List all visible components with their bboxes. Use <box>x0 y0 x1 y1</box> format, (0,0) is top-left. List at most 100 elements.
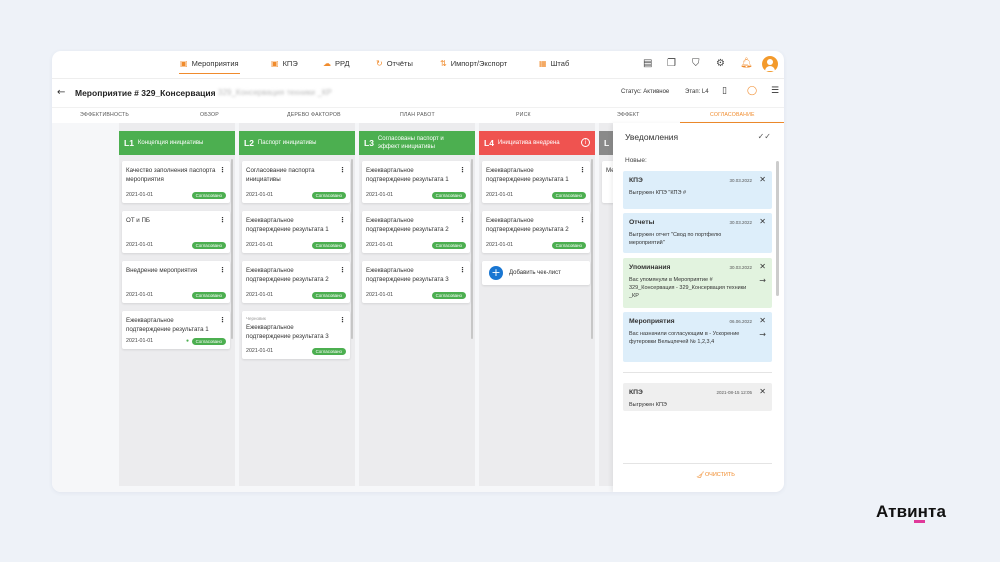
notification-date: 30.03.2022 <box>729 265 752 270</box>
notification-date: 2021-08-15 12:05 <box>716 390 752 395</box>
tab-risk[interactable]: Риск <box>516 112 531 118</box>
kebab-menu-icon[interactable]: ⋮ <box>339 216 346 224</box>
nav-label: РРД <box>335 59 350 68</box>
clear-button[interactable]: Очистить <box>705 472 735 478</box>
chat-icon[interactable]: ◯ <box>747 86 757 96</box>
checklist-card[interactable]: Согласование паспорта инициативы ⋮ 2021-… <box>242 161 350 203</box>
status-badge: Согласовано <box>191 242 226 249</box>
kebab-menu-icon[interactable]: ⋮ <box>579 166 586 174</box>
add-checklist-button[interactable]: + Добавить чек-лист <box>482 261 590 285</box>
kebab-menu-icon[interactable]: ⋮ <box>459 166 466 174</box>
card-date: 2021-01-01 <box>366 292 394 298</box>
notification-date: 30.03.2022 <box>729 220 752 225</box>
kebab-menu-icon[interactable]: ⋮ <box>219 216 226 224</box>
info-icon[interactable]: i <box>581 138 590 147</box>
status-badge: Согласовано <box>311 292 346 299</box>
nav-label: Мероприятия <box>191 59 239 68</box>
card-title: Ежеквартальное подтверждение результата … <box>486 167 569 183</box>
checklist-card[interactable]: Ежеквартальное подтверждение результата … <box>242 261 350 303</box>
nav-item-events[interactable]: ▣ Мероприятия <box>179 59 240 74</box>
document-icon[interactable]: ▤ <box>643 58 652 69</box>
tab-factor-tree[interactable]: Дерево факторов <box>287 112 341 118</box>
close-icon[interactable]: ✕ <box>759 175 766 184</box>
back-arrow-icon[interactable]: ← <box>57 87 65 98</box>
mark-read-icon[interactable]: ✓✓ <box>758 132 771 141</box>
arrow-right-icon[interactable]: → <box>759 330 766 339</box>
nav-label: Отчёты <box>386 59 413 68</box>
checklist-card[interactable]: Черновик Ежеквартальное подтверждение ре… <box>242 311 350 359</box>
kebab-menu-icon[interactable]: ⋮ <box>579 216 586 224</box>
kebab-menu-icon[interactable]: ⋮ <box>339 166 346 174</box>
gear-icon[interactable]: ⚙ <box>716 58 725 69</box>
checklist-card[interactable]: Качество заполнения паспорта мероприятия… <box>122 161 230 203</box>
bell-icon[interactable]: 🔔︎ <box>740 58 753 69</box>
column-scrollbar[interactable] <box>591 159 593 339</box>
close-icon[interactable]: ✕ <box>759 316 766 325</box>
column-scrollbar[interactable] <box>231 159 233 339</box>
calendar-icon: ▦ <box>539 59 547 68</box>
nav-item-rrd[interactable]: ☁ РРД <box>323 59 350 68</box>
arrow-right-icon[interactable]: → <box>759 276 766 285</box>
notification-title: Мероприятия <box>629 318 675 325</box>
kebab-menu-icon[interactable]: ⋮ <box>219 166 226 174</box>
bookmark-icon[interactable]: ❐ <box>667 58 676 69</box>
close-icon[interactable]: ✕ <box>759 262 766 271</box>
checklist-card[interactable]: Внедрение мероприятия ⋮ 2021-01-01 Согла… <box>122 261 230 303</box>
notification-item[interactable]: Упоминания 30.03.2022 ✕ Вас упомянули в … <box>623 258 772 308</box>
checklist-card[interactable]: Ежеквартальное подтверждение результата … <box>482 161 590 203</box>
tab-work-plan[interactable]: План работ <box>400 112 435 118</box>
status-badge: Согласовано <box>311 242 346 249</box>
checklist-card[interactable]: ОТ и ПБ ⋮ 2021-01-01 Согласовано <box>122 211 230 253</box>
notifications-scrollbar[interactable] <box>776 161 779 296</box>
notification-item[interactable]: Отчеты 30.03.2022 ✕ Выгружен отчет "Свод… <box>623 213 772 253</box>
column-scrollbar[interactable] <box>471 159 473 339</box>
kebab-menu-icon[interactable]: ⋮ <box>219 266 226 274</box>
column-l5: L Ме <box>599 123 616 486</box>
close-icon[interactable]: ✕ <box>759 217 766 226</box>
kebab-menu-icon[interactable]: ⋮ <box>459 266 466 274</box>
notification-item[interactable]: КПЭ 30.03.2022 ✕ Выгружен КПЭ "КПЭ # <box>623 171 772 209</box>
draft-label: Черновик <box>246 316 266 321</box>
shield-icon[interactable]: ⛉ <box>692 58 700 69</box>
checklist-card[interactable]: Ежеквартальное подтверждение результата … <box>122 311 230 349</box>
kebab-menu-icon[interactable]: ⋮ <box>219 316 226 324</box>
refresh-icon: ↻ <box>376 59 383 68</box>
avatar[interactable] <box>762 56 778 72</box>
notification-text: Вас упомянули в Мероприятие # 329_Консер… <box>629 277 747 299</box>
checklist-card[interactable]: Ежеквартальное подтверждение результата … <box>362 161 470 203</box>
kebab-menu-icon[interactable]: ⋮ <box>339 316 346 324</box>
brand-logo: Атвинта <box>876 502 947 521</box>
bookmark-icon[interactable]: ▯ <box>722 86 727 96</box>
tab-approval[interactable]: Согласование <box>680 112 784 123</box>
status-badge: Согласовано <box>431 242 466 249</box>
close-icon[interactable]: ✕ <box>759 387 766 396</box>
column-scrollbar[interactable] <box>351 159 353 339</box>
checklist-card[interactable]: Ежеквартальное подтверждение результата … <box>362 211 470 253</box>
tab-efficiency[interactable]: Эффективность <box>80 112 129 118</box>
tab-effect[interactable]: Эффект <box>617 112 639 118</box>
column-l2: L2 Паспорт инициативы Согласование паспо… <box>239 123 355 486</box>
status-badge: Согласовано <box>191 292 226 299</box>
tab-bar: Эффективность Обзор Дерево факторов План… <box>52 107 784 123</box>
column-header: L <box>599 131 613 155</box>
import-export-icon: ⇅ <box>440 59 447 68</box>
list-icon[interactable]: ☰ <box>771 86 779 96</box>
status-badge: Согласовано <box>551 192 586 199</box>
nav-item-hq[interactable]: ▦ Штаб <box>539 59 569 68</box>
checklist-card[interactable]: Ежеквартальное подтверждение результата … <box>362 261 470 303</box>
notification-item-read[interactable]: КПЭ 2021-08-15 12:05 ✕ Выгружен КПЭ <box>623 383 772 411</box>
card-date: 2021-01-01 <box>126 192 154 198</box>
nav-item-kpi[interactable]: ▣ КПЭ <box>271 59 298 68</box>
column-title: Концепция инициативы <box>137 140 204 146</box>
checklist-card[interactable]: Ежеквартальное подтверждение результата … <box>482 211 590 253</box>
kpi-icon: ▣ <box>271 59 279 68</box>
nav-item-import-export[interactable]: ⇅ Импорт/Экспорт <box>440 59 507 68</box>
nav-label: Импорт/Экспорт <box>450 59 508 68</box>
kebab-menu-icon[interactable]: ⋮ <box>339 266 346 274</box>
nav-item-reports[interactable]: ↻ Отчёты <box>376 59 413 68</box>
notification-item[interactable]: Мероприятия 06.06.2022 ✕ Вас назначили с… <box>623 312 772 362</box>
notifications-title: Уведомления <box>625 132 679 142</box>
tab-overview[interactable]: Обзор <box>200 112 219 118</box>
checklist-card[interactable]: Ежеквартальное подтверждение результата … <box>242 211 350 253</box>
kebab-menu-icon[interactable]: ⋮ <box>459 216 466 224</box>
